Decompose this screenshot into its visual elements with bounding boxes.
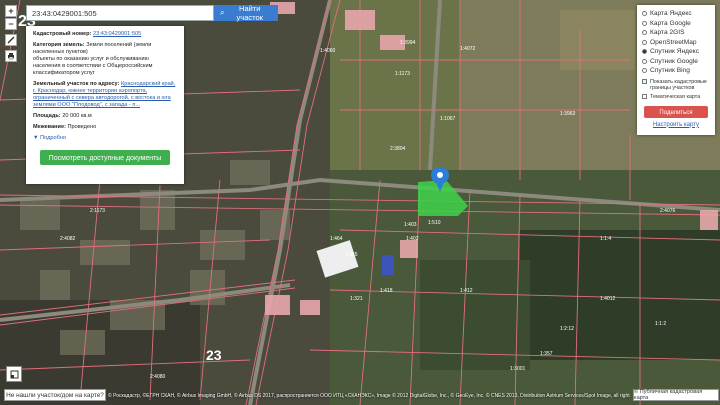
checkbox-icon: [642, 93, 647, 99]
parcel-label: 1:403: [404, 222, 417, 228]
area-value: 20 000 кв.м: [62, 113, 92, 119]
parcel-label: 2:4082: [60, 236, 76, 242]
map-layers-panel: Карта Яндекс Карта Google Карта 2GIS Ope…: [637, 5, 715, 135]
layer-option-bing-satellite[interactable]: Спутник Bing: [642, 66, 710, 76]
parcel-label: 2:3804: [390, 146, 406, 152]
parcel-label: 1:4072: [460, 46, 476, 52]
parcel-label: 1:465: [345, 252, 358, 258]
category-row: Категория земель: Земли поселений (земли…: [33, 42, 177, 77]
parcel-label: 1:2:12: [560, 326, 574, 332]
radio-icon: [642, 30, 647, 36]
layer-label: Карта Яндекс: [650, 10, 692, 18]
radio-icon: [642, 58, 647, 64]
layer-option-yandex-satellite[interactable]: Спутник Яндекс: [642, 47, 710, 57]
category-label: Категория земель:: [33, 42, 85, 48]
radio-icon: [642, 11, 647, 17]
ruler-icon[interactable]: [5, 34, 17, 46]
parcel-label: 1:3994: [400, 40, 416, 46]
district-label-right: 23: [206, 347, 222, 363]
not-found-link[interactable]: Не нашли участок/дом на карте?: [4, 389, 106, 401]
show-borders-label: Показать кадастровые границы участков: [650, 78, 707, 91]
cadastral-label: Кадастровый номер:: [33, 31, 92, 37]
parcel-label: 2:1173: [90, 208, 105, 214]
fullscreen-icon[interactable]: [6, 366, 22, 382]
area-label: Площадь:: [33, 113, 61, 119]
chevron-down-icon: ▼: [33, 135, 39, 141]
area-row: Площадь: 20 000 кв.м: [33, 113, 177, 120]
parcel-label: 1:418: [380, 288, 393, 294]
parcel-label: 1:1:2: [655, 321, 666, 327]
layer-label: OpenStreetMap: [650, 38, 697, 46]
radio-icon: [642, 20, 647, 26]
survey-row: Межевание: Проведено: [33, 124, 177, 131]
layer-label: Спутник Google: [650, 57, 698, 65]
parcel-label: 1:4060: [320, 48, 336, 54]
search-icon: ⌕: [220, 8, 225, 17]
parcel-label: 1:4012: [600, 296, 616, 302]
setup-map-link[interactable]: Настроить карту: [642, 122, 710, 128]
radio-icon: [642, 39, 647, 45]
zoom-out-button[interactable]: −: [5, 18, 17, 30]
show-borders-checkbox[interactable]: Показать кадастровые границы участков: [642, 78, 710, 91]
find-parcel-button[interactable]: ⌕ Найти участок: [214, 4, 278, 22]
parcel-label: 1:357: [540, 351, 553, 357]
parcel-label: 1:3001: [510, 366, 526, 372]
address-label: Земельный участок по адресу:: [33, 81, 120, 87]
parcel-label: 2:4080: [150, 374, 166, 380]
layer-option-2gis-map[interactable]: Карта 2GIS: [642, 28, 710, 38]
parcel-label: 1:3963: [560, 111, 576, 117]
parcel-label: 1:510: [428, 220, 441, 226]
parcel-label: 1:412: [460, 288, 473, 294]
layer-label: Спутник Bing: [650, 67, 690, 75]
layer-label: Карта 2GIS: [650, 29, 685, 37]
copyright-text: © Роскадастр, ©ЕГРН СКАН, © Airbus Imagi…: [108, 393, 630, 399]
address-row: Земельный участок по адресу: Краснодарск…: [33, 81, 177, 109]
parcel-label: 1:464: [330, 236, 343, 242]
checkbox-checked-icon: [642, 78, 647, 84]
cadastral-number-link[interactable]: 23:43:0429001:505: [93, 31, 141, 37]
parcel-info-panel: Кадастровый номер: 23:43:0429001:505 Кат…: [26, 26, 184, 184]
radio-icon: [642, 68, 647, 74]
survey-value: Проведено: [67, 124, 97, 130]
cadastral-search-input[interactable]: 23:43:0429001:505: [26, 5, 214, 21]
layer-label: Спутник Яндекс: [650, 48, 699, 56]
details-toggle[interactable]: ▼ Подробно: [33, 135, 177, 142]
zoom-in-button[interactable]: +: [5, 5, 17, 17]
layer-option-osm[interactable]: OpenStreetMap: [642, 38, 710, 48]
parcel-label: 1:402: [406, 236, 419, 242]
layer-option-yandex-map[interactable]: Карта Яндекс: [642, 9, 710, 19]
share-link-button[interactable]: Поделиться ссылкой: [644, 105, 708, 128]
thematic-map-checkbox[interactable]: Тематическая карта: [642, 93, 710, 100]
layer-label: Карта Google: [650, 19, 691, 27]
print-icon[interactable]: [5, 50, 17, 62]
survey-label: Межевание:: [33, 124, 66, 130]
parcel-label: 1:1173: [395, 71, 410, 77]
view-documents-button[interactable]: Посмотреть доступные документы: [40, 150, 170, 165]
parcel-label: 1:1067: [440, 116, 456, 122]
parcel-label: 1:1:4: [600, 236, 611, 242]
layer-option-google-satellite[interactable]: Спутник Google: [642, 57, 710, 67]
layer-option-google-map[interactable]: Карта Google: [642, 19, 710, 29]
radio-selected-icon: [642, 49, 647, 55]
parcel-label: 1:321: [350, 296, 363, 302]
details-label: Подробно: [40, 135, 67, 141]
usage-value: объекты по оказанию услуг и обслуживанию…: [33, 56, 153, 76]
parcel-label: 2:4076: [660, 208, 676, 214]
cadastral-row: Кадастровый номер: 23:43:0429001:505: [33, 31, 177, 38]
thematic-label: Тематическая карта: [650, 93, 701, 100]
public-cadastral-map-link[interactable]: © Публичная кадастровая карта: [633, 389, 719, 401]
find-parcel-label: Найти участок: [236, 4, 263, 22]
